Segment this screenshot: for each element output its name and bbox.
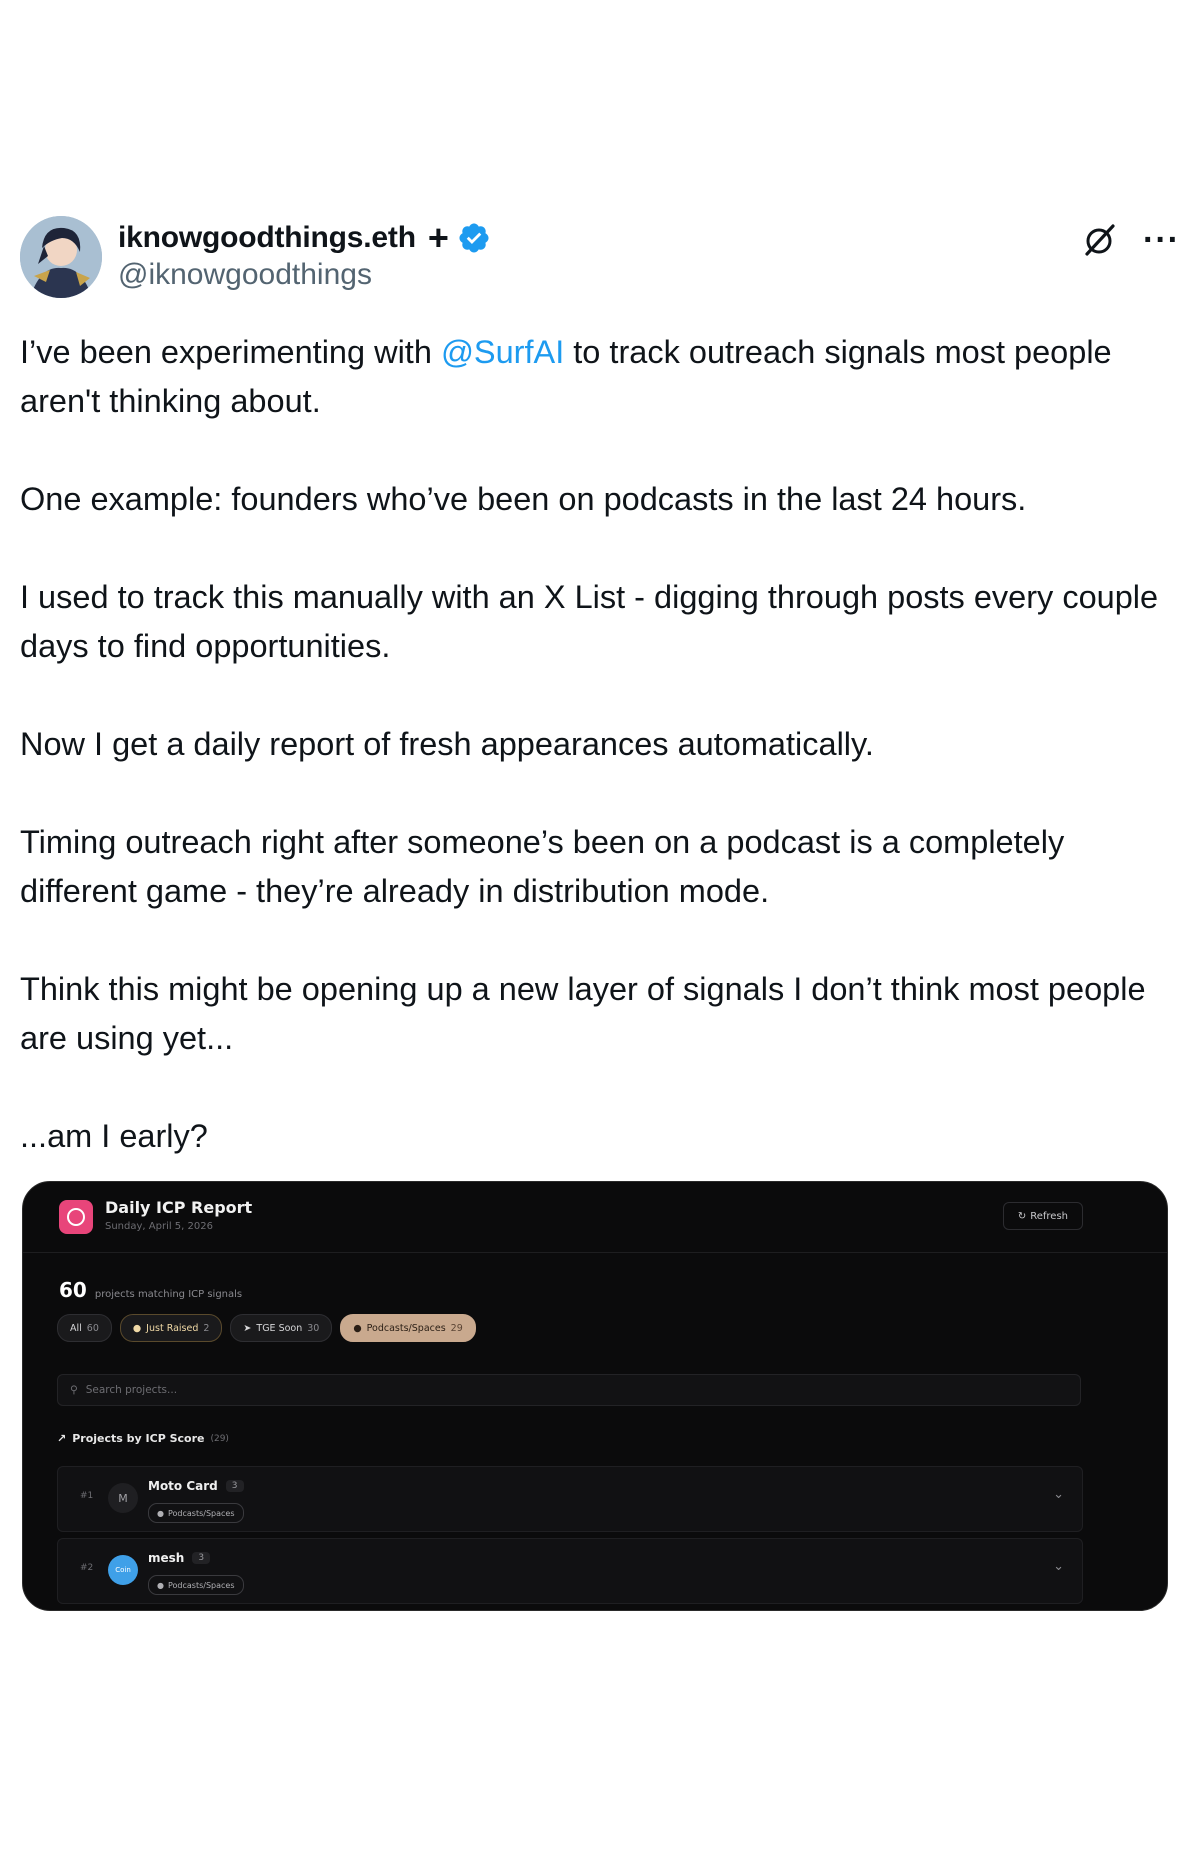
filter-chip-podcasts-spaces: ● Podcasts/Spaces 29 — [340, 1314, 476, 1342]
project-score: 3 — [225, 1480, 244, 1492]
section-title-text: Projects by ICP Score — [72, 1432, 205, 1445]
rocket-icon: ➤ — [243, 1322, 252, 1334]
filter-count: 2 — [203, 1322, 210, 1334]
filter-label: TGE Soon — [256, 1322, 303, 1334]
mention-link[interactable]: @SurfAI — [441, 334, 564, 370]
post-paragraph-6: Think this might be opening up a new lay… — [20, 971, 1146, 1056]
mic-icon: ● — [157, 1508, 164, 1518]
mic-icon: ● — [353, 1322, 362, 1334]
chevron-down-icon: ⌄ — [1053, 1559, 1064, 1574]
post-paragraph-4: Now I get a daily report of fresh appear… — [20, 726, 874, 762]
report-date: Sunday, April 5, 2026 — [105, 1221, 213, 1232]
avatar[interactable] — [20, 216, 102, 298]
search-input: ⚲ Search projects... — [57, 1374, 1081, 1406]
refresh-label: Refresh — [1030, 1210, 1068, 1222]
search-icon: ⚲ — [70, 1384, 78, 1396]
project-row: #2 Coin mesh 3 ● Podcasts/Spaces ⌄ — [57, 1538, 1083, 1604]
handle[interactable]: @iknowgoodthings — [118, 258, 372, 292]
project-count-label: projects matching ICP signals — [94, 1289, 243, 1300]
grok-icon[interactable] — [1079, 220, 1119, 260]
project-tag-label: Podcasts/Spaces — [167, 1508, 235, 1518]
more-icon[interactable]: ··· — [1143, 223, 1180, 257]
post-header: iknowgoodthings.eth + @iknowgoodthings ·… — [20, 216, 1180, 300]
post-media-image[interactable]: Daily ICP Report Sunday, April 5, 2026 ↻… — [22, 1181, 1168, 1611]
post-paragraph-2: One example: founders who’ve been on pod… — [20, 481, 1027, 517]
filter-chip-all: All 60 — [57, 1314, 112, 1342]
project-name-row: mesh 3 — [148, 1551, 211, 1565]
mic-icon: ● — [157, 1580, 164, 1590]
post-paragraph-7: ...am I early? — [20, 1118, 208, 1154]
money-bag-icon: ● — [132, 1322, 142, 1334]
section-title: ↗ Projects by ICP Score (29) — [57, 1432, 229, 1445]
project-name: Moto Card — [148, 1479, 218, 1493]
project-row: #1 M Moto Card 3 ● Podcasts/Spaces ⌄ — [57, 1466, 1083, 1532]
project-name-row: Moto Card 3 — [148, 1479, 244, 1493]
post-text-segment: I’ve been experimenting with — [20, 334, 441, 370]
project-rank: #1 — [80, 1491, 94, 1501]
post-paragraph-1: I’ve been experimenting with @SurfAI to … — [20, 328, 1180, 426]
project-tag-label: Podcasts/Spaces — [167, 1580, 235, 1590]
filter-count: 30 — [307, 1322, 320, 1334]
project-count: 60 — [59, 1278, 87, 1302]
filter-count: 60 — [86, 1322, 99, 1334]
project-rank: #2 — [80, 1563, 94, 1573]
plus-icon: + — [427, 217, 449, 258]
post-paragraph-3: I used to track this manually with an X … — [20, 579, 1159, 664]
filter-label: All — [70, 1322, 82, 1334]
section-count: (29) — [210, 1433, 229, 1444]
name-row: iknowgoodthings.eth + — [118, 216, 491, 260]
project-avatar: M — [108, 1483, 138, 1513]
filter-label: Podcasts/Spaces — [366, 1322, 446, 1334]
report-header: Daily ICP Report Sunday, April 5, 2026 ↻… — [23, 1182, 1167, 1253]
chevron-down-icon: ⌄ — [1053, 1487, 1064, 1502]
filter-label: Just Raised — [146, 1322, 199, 1334]
report-logo-icon — [59, 1200, 93, 1234]
project-avatar: Coin — [108, 1555, 138, 1585]
verified-icon — [457, 221, 491, 255]
filter-count: 29 — [450, 1322, 463, 1334]
project-score: 3 — [192, 1552, 211, 1564]
project-name: mesh — [148, 1551, 185, 1565]
project-tag: ● Podcasts/Spaces — [148, 1503, 244, 1523]
trend-icon: ↗ — [57, 1432, 67, 1445]
project-tag: ● Podcasts/Spaces — [148, 1575, 244, 1595]
refresh-icon: ↻ — [1017, 1210, 1027, 1222]
filter-chip-just-raised: ● Just Raised 2 — [119, 1314, 223, 1342]
filter-chips: All 60 ● Just Raised 2 ➤ TGE Soon 30 ● P… — [57, 1314, 476, 1342]
refresh-button: ↻ Refresh — [1002, 1202, 1083, 1230]
filter-chip-tge-soon: ➤ TGE Soon 30 — [230, 1314, 333, 1342]
display-name[interactable]: iknowgoodthings.eth — [118, 221, 416, 255]
report-title: Daily ICP Report — [105, 1198, 253, 1217]
search-placeholder: Search projects... — [85, 1384, 178, 1396]
project-count-row: 60 projects matching ICP signals — [59, 1278, 242, 1302]
post-text: I’ve been experimenting with @SurfAI to … — [20, 328, 1180, 1161]
post-paragraph-5: Timing outreach right after someone’s be… — [20, 824, 1065, 909]
avatar-image — [20, 216, 102, 298]
header-actions: ··· — [1079, 220, 1180, 260]
